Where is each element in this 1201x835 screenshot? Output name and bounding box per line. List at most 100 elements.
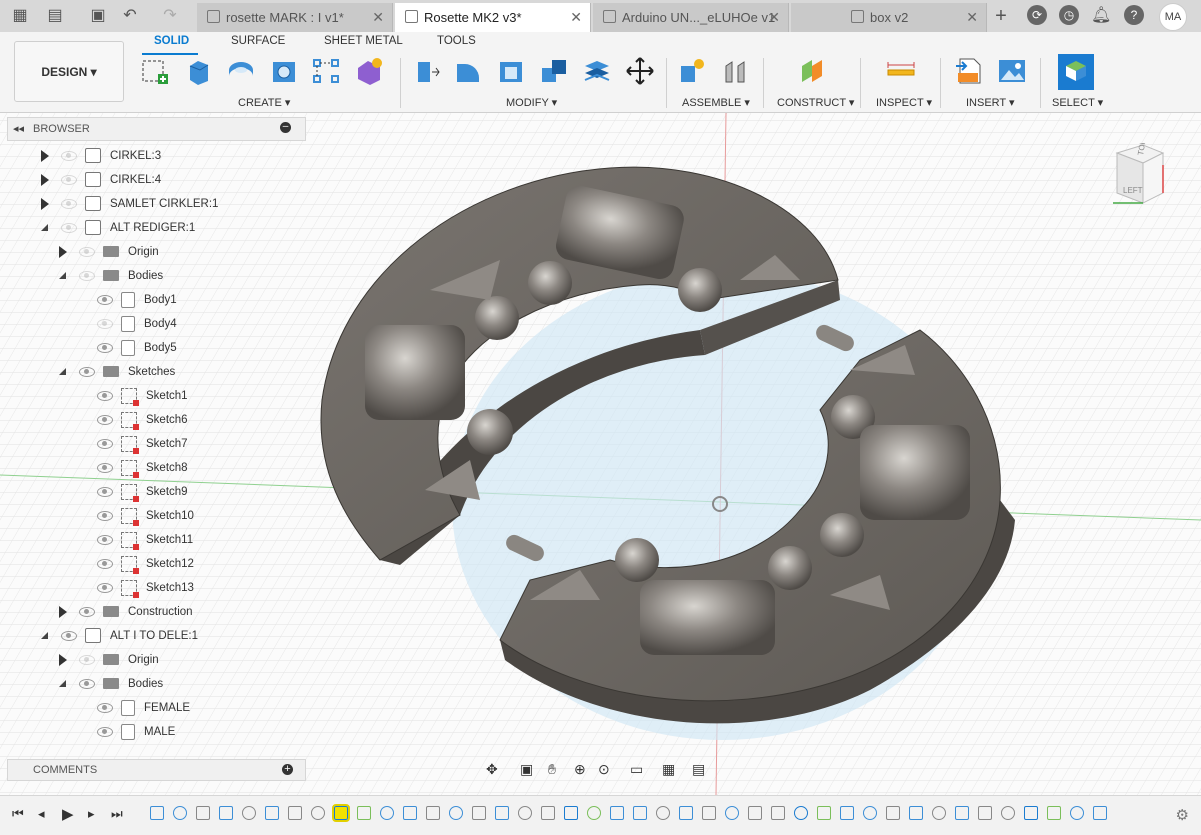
add-comment-icon[interactable]: + (282, 764, 293, 775)
visibility-eye-icon[interactable] (79, 654, 95, 665)
browser-row-body[interactable]: Body4 (77, 313, 177, 335)
browser-row-folder[interactable]: Bodies (59, 265, 163, 287)
create-sketch-icon[interactable] (140, 56, 170, 86)
inspect-menu[interactable]: INSPECT ▾ (876, 96, 932, 109)
insert-image-icon[interactable] (997, 56, 1027, 86)
next-step-icon[interactable]: ▸ (88, 806, 95, 822)
visibility-eye-icon[interactable] (97, 726, 113, 737)
timeline-feature-icon[interactable] (541, 806, 555, 820)
visibility-eye-icon[interactable] (97, 414, 113, 425)
browser-row-sketch[interactable]: Sketch12 (77, 553, 194, 575)
browser-row-body[interactable]: MALE (77, 721, 175, 743)
browser-row-folder[interactable]: Origin (59, 649, 159, 671)
revolve-icon[interactable] (226, 56, 256, 86)
timeline-feature-icon[interactable] (472, 806, 486, 820)
offset-plane-icon[interactable] (798, 56, 828, 86)
joint-icon[interactable] (720, 56, 750, 86)
close-tab-icon[interactable]: ✕ (570, 3, 582, 32)
timeline-feature-icon[interactable] (357, 806, 371, 820)
timeline-feature-icon[interactable] (311, 806, 325, 820)
browser-row-sketch[interactable]: Sketch7 (77, 433, 188, 455)
insert-svg-icon[interactable] (954, 56, 984, 86)
timeline-feature-icon[interactable] (564, 806, 578, 820)
pattern-icon[interactable] (311, 56, 341, 86)
timeline-feature-icon[interactable] (794, 806, 808, 820)
document-tab-1[interactable]: rosette MARK : I v1* ✕ (197, 3, 393, 32)
visibility-eye-icon[interactable] (97, 582, 113, 593)
visibility-eye-icon[interactable] (79, 246, 95, 257)
timeline-feature-icon[interactable] (288, 806, 302, 820)
browser-row-sketch[interactable]: Sketch13 (77, 577, 194, 599)
browser-row-component[interactable]: CIRKEL:4 (41, 169, 161, 191)
timeline-feature-icon[interactable] (1070, 806, 1084, 820)
visibility-eye-icon[interactable] (97, 342, 113, 353)
close-tab-icon[interactable]: ✕ (768, 3, 780, 32)
collapse-panel-icon[interactable]: ◂◂ (13, 122, 24, 135)
browser-row-body[interactable]: FEMALE (77, 697, 190, 719)
expand-icon[interactable] (59, 241, 75, 263)
modify-menu[interactable]: MODIFY ▾ (506, 96, 557, 109)
offset-faces-icon[interactable] (582, 56, 612, 86)
shell-icon[interactable] (496, 56, 526, 86)
timeline-feature-icon[interactable] (725, 806, 739, 820)
timeline-feature-icon[interactable] (1001, 806, 1015, 820)
browser-row-body[interactable]: Body1 (77, 289, 177, 311)
timeline-feature-icon[interactable] (656, 806, 670, 820)
browser-row-component[interactable]: SAMLET CIRKLER:1 (41, 193, 218, 215)
timeline-feature-icon[interactable] (332, 804, 350, 822)
notifications-icon[interactable]: 🔔︎ (1091, 6, 1111, 26)
timeline-feature-icon[interactable] (863, 806, 877, 820)
save-icon[interactable]: ▣ (88, 6, 108, 26)
browser-row-sketch[interactable]: Sketch11 (77, 529, 193, 551)
visibility-eye-icon[interactable] (61, 198, 77, 209)
browser-row-folder[interactable]: Sketches (59, 361, 175, 383)
timeline-feature-icon[interactable] (242, 806, 256, 820)
visibility-eye-icon[interactable] (97, 438, 113, 449)
browser-options-icon[interactable]: – (280, 122, 291, 133)
viewcube[interactable]: TOP LEFT (1113, 143, 1165, 211)
tab-tools[interactable]: TOOLS (437, 35, 476, 47)
timeline-feature-icon[interactable] (702, 806, 716, 820)
construct-menu[interactable]: CONSTRUCT ▾ (777, 96, 854, 109)
help-icon[interactable]: ? (1124, 5, 1144, 25)
user-avatar[interactable]: MA (1159, 3, 1187, 31)
select-menu[interactable]: SELECT ▾ (1052, 96, 1103, 109)
close-tab-icon[interactable]: ✕ (966, 3, 978, 32)
visibility-eye-icon[interactable] (61, 174, 77, 185)
collapse-icon[interactable] (41, 217, 57, 239)
viewports-icon[interactable]: ▤ (692, 761, 705, 778)
orbit-icon[interactable]: ✥ (486, 761, 498, 778)
timeline-feature-icon[interactable] (955, 806, 969, 820)
redo-icon[interactable]: ↷ (160, 6, 180, 26)
visibility-eye-icon[interactable] (97, 486, 113, 497)
browser-row-folder[interactable]: Bodies (59, 673, 163, 695)
timeline-feature-icon[interactable] (426, 806, 440, 820)
timeline-feature-icon[interactable] (932, 806, 946, 820)
new-component-icon[interactable] (677, 56, 707, 86)
visibility-eye-icon[interactable] (61, 150, 77, 161)
play-icon[interactable]: ▶ (62, 805, 74, 823)
timeline-feature-icon[interactable] (495, 806, 509, 820)
expand-icon[interactable] (59, 601, 75, 623)
create-menu[interactable]: CREATE ▾ (238, 96, 290, 109)
visibility-eye-icon[interactable] (61, 630, 77, 641)
hole-icon[interactable] (269, 56, 299, 86)
browser-row-folder[interactable]: Construction (59, 601, 193, 623)
app-grid-icon[interactable]: ▦ (10, 6, 30, 26)
timeline-feature-icon[interactable] (265, 806, 279, 820)
timeline-feature-icon[interactable] (748, 806, 762, 820)
browser-row-sketch[interactable]: Sketch10 (77, 505, 194, 527)
visibility-eye-icon[interactable] (97, 534, 113, 545)
visibility-eye-icon[interactable] (97, 318, 113, 329)
document-tab-4[interactable]: box v2 ✕ (791, 3, 987, 32)
pan-icon[interactable]: ✋︎ (548, 761, 556, 778)
visibility-eye-icon[interactable] (97, 390, 113, 401)
zoom-icon[interactable]: ⊕ (574, 761, 586, 778)
collapse-icon[interactable] (41, 625, 57, 647)
comments-panel[interactable]: COMMENTS + (7, 759, 306, 781)
browser-row-component[interactable]: CIRKEL:3 (41, 145, 161, 167)
insert-menu[interactable]: INSERT ▾ (966, 96, 1015, 109)
visibility-eye-icon[interactable] (79, 366, 95, 377)
grid-settings-icon[interactable]: ▦ (662, 761, 675, 778)
file-menu-icon[interactable]: ▤ (45, 6, 65, 26)
